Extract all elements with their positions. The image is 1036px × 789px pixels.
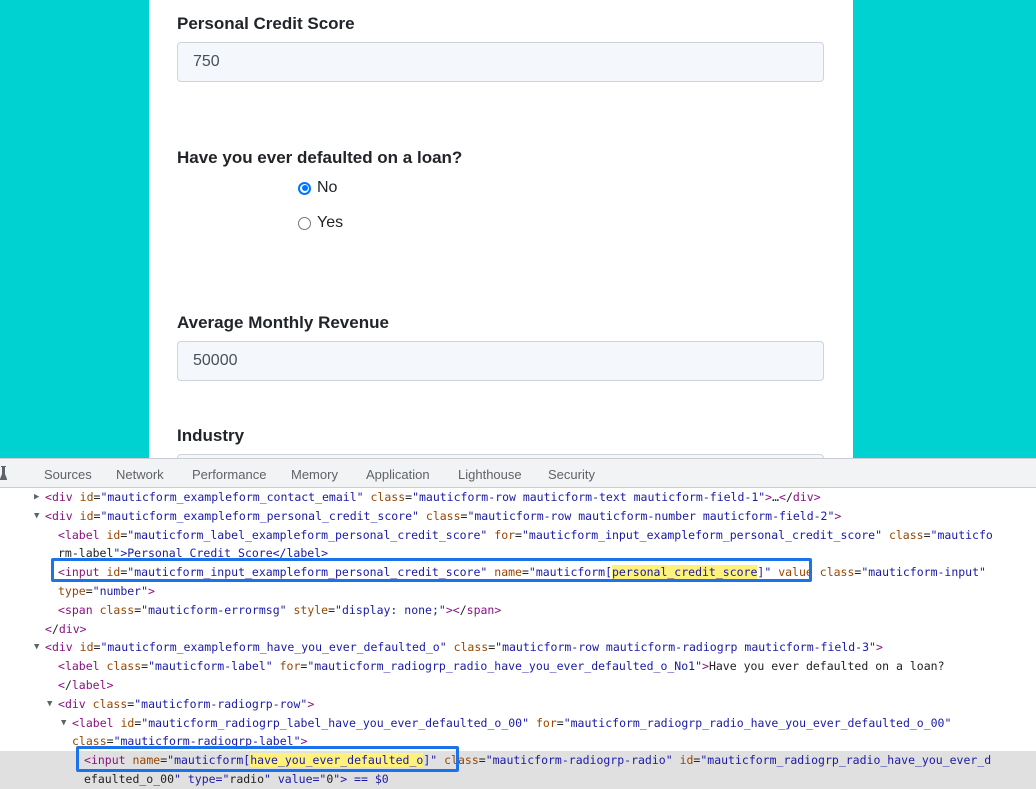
dom-tree-line[interactable]: <span class="mauticform-errormsg" style=… bbox=[0, 601, 1036, 620]
industry-label: Industry bbox=[177, 426, 245, 445]
devtools-panel: Sources Network Performance Memory Appli… bbox=[0, 458, 1036, 789]
expand-toggle-icon[interactable]: ▼ bbox=[34, 507, 39, 526]
dom-tree-line[interactable]: ▶ <div id="mauticform_exampleform_contact… bbox=[0, 488, 1036, 507]
revenue-label: Average Monthly Revenue bbox=[177, 313, 389, 332]
tab-performance[interactable]: Performance bbox=[192, 467, 266, 482]
web-page-viewport: Personal Credit Score 750 Have you ever … bbox=[0, 0, 1036, 458]
dom-tree-line[interactable]: <label class="mauticform-label" for="mau… bbox=[0, 657, 1036, 676]
tab-memory[interactable]: Memory bbox=[291, 467, 338, 482]
radio-unchecked-icon[interactable] bbox=[298, 216, 311, 230]
expand-toggle-icon[interactable]: ▶ bbox=[34, 488, 39, 507]
expand-toggle-icon[interactable]: ▼ bbox=[34, 638, 39, 657]
dom-tree-line[interactable]: ▼ <div id="mauticform_exampleform_have_yo… bbox=[0, 638, 1036, 657]
radio-option-yes[interactable]: Yes bbox=[298, 214, 343, 232]
tab-security[interactable]: Security bbox=[548, 467, 595, 482]
credit-score-label: Personal Credit Score bbox=[177, 14, 355, 33]
devtools-tab-bar: Sources Network Performance Memory Appli… bbox=[0, 459, 1036, 488]
tab-sources[interactable]: Sources bbox=[44, 467, 92, 482]
radio-option-no-label: No bbox=[317, 179, 338, 196]
dom-tree-line[interactable]: type="number"> bbox=[0, 582, 1036, 601]
dom-tree-line[interactable]: efaulted_o_00" type="radio" value="0"> =… bbox=[0, 770, 1036, 789]
dom-tree-line[interactable]: </label> bbox=[0, 676, 1036, 695]
dom-tree-line[interactable]: <label id="mauticform_label_exampleform_… bbox=[0, 526, 1036, 545]
dom-tree-line[interactable]: </div> bbox=[0, 620, 1036, 639]
dom-tree-line[interactable]: ▼ <div id="mauticform_exampleform_persona… bbox=[0, 507, 1036, 526]
highlight-box-credit-input bbox=[51, 558, 812, 582]
radio-checked-icon[interactable] bbox=[298, 181, 311, 195]
form-card: Personal Credit Score 750 Have you ever … bbox=[149, 0, 853, 458]
dom-tree-line[interactable]: ▼ <div class="mauticform-radiogrp-row"> bbox=[0, 695, 1036, 714]
tab-lighthouse[interactable]: Lighthouse bbox=[458, 467, 522, 482]
beaker-icon[interactable] bbox=[0, 466, 7, 480]
radio-option-yes-label: Yes bbox=[317, 214, 344, 231]
expand-toggle-icon[interactable]: ▼ bbox=[47, 695, 52, 714]
defaulted-question-label: Have you ever defaulted on a loan? bbox=[177, 148, 463, 167]
expand-toggle-icon[interactable]: ▼ bbox=[61, 714, 66, 733]
tab-application[interactable]: Application bbox=[366, 467, 430, 482]
elements-dom-tree: ▶ <div id="mauticform_exampleform_contact… bbox=[0, 488, 1036, 789]
credit-score-input[interactable]: 750 bbox=[177, 42, 824, 82]
tab-network[interactable]: Network bbox=[116, 467, 164, 482]
highlight-box-radio-input bbox=[76, 746, 459, 772]
revenue-input[interactable]: 50000 bbox=[177, 341, 824, 381]
dom-tree-line[interactable]: ▼ <label id="mauticform_radiogrp_label_ha… bbox=[0, 714, 1036, 733]
radio-option-no[interactable]: No bbox=[298, 179, 337, 197]
